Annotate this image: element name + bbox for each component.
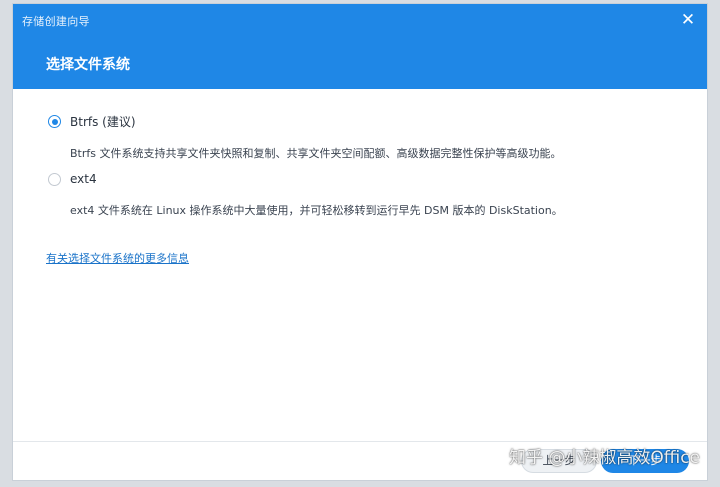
step-header: 选择文件系统 <box>13 37 707 89</box>
window-title: 存储创建向导 <box>22 15 90 28</box>
close-icon[interactable]: ✕ <box>679 11 697 29</box>
next-button[interactable]: 下一步 <box>601 449 689 473</box>
ext4-radio[interactable] <box>48 172 61 186</box>
wizard-content: Btrfs (建议) Btrfs 文件系统支持共享文件夹快照和复制、共享文件夹空… <box>13 89 707 444</box>
more-info-link[interactable]: 有关选择文件系统的更多信息 <box>46 250 189 266</box>
storage-wizard-dialog: 存储创建向导 ✕ 选择文件系统 Btrfs (建议) Btrfs 文件系统支持共… <box>12 3 708 481</box>
btrfs-label: Btrfs (建议) <box>70 115 136 129</box>
title-bar: 存储创建向导 ✕ <box>13 4 707 37</box>
btrfs-description: Btrfs 文件系统支持共享文件夹快照和复制、共享文件夹空间配额、高级数据完整性… <box>70 147 562 160</box>
option-ext4[interactable]: ext4 <box>48 172 97 186</box>
ext4-label: ext4 <box>70 172 97 186</box>
option-btrfs[interactable]: Btrfs (建议) <box>48 113 136 130</box>
back-button[interactable]: 上一步 <box>521 449 597 473</box>
wizard-footer: 上一步 下一步 <box>13 441 707 480</box>
btrfs-radio[interactable] <box>48 115 61 128</box>
ext4-description: ext4 文件系统在 Linux 操作系统中大量使用，并可轻松移转到运行早先 D… <box>70 204 563 217</box>
step-title: 选择文件系统 <box>46 57 130 73</box>
